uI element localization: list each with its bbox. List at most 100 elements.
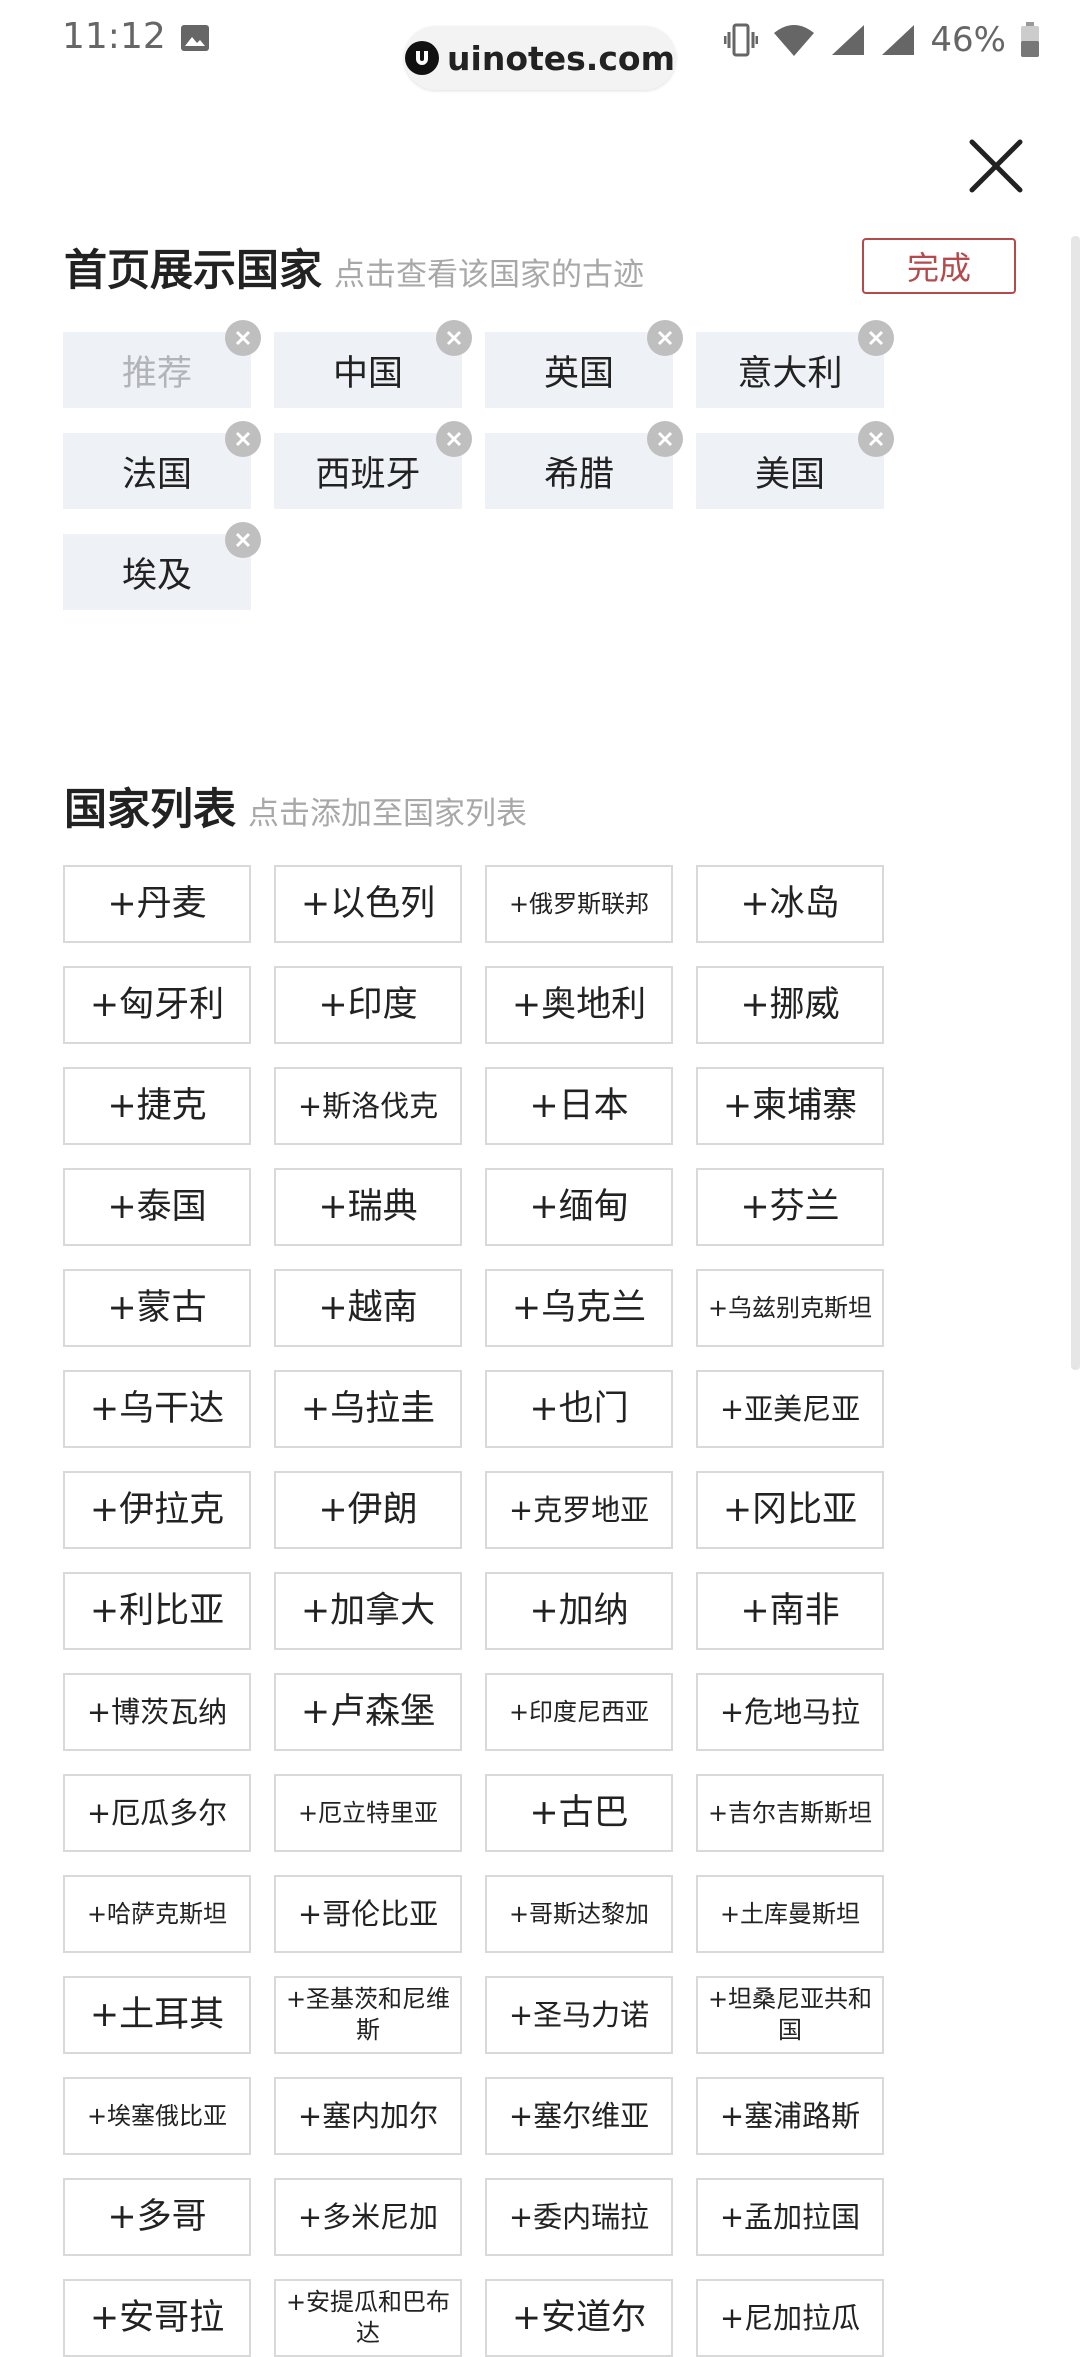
add-country-button[interactable]: +挪威 <box>696 966 884 1044</box>
add-country-button[interactable]: +匈牙利 <box>63 966 251 1044</box>
add-country-button[interactable]: +蒙古 <box>63 1269 251 1347</box>
selected-chip[interactable]: 埃及 <box>63 522 261 610</box>
selected-chip[interactable]: 意大利 <box>696 320 894 408</box>
add-country-button[interactable]: +丹麦 <box>63 865 251 943</box>
add-country-button[interactable]: +安道尔 <box>485 2279 673 2357</box>
add-country-button[interactable]: +乌干达 <box>63 1370 251 1448</box>
selected-chip[interactable]: 英国 <box>485 320 683 408</box>
add-country-button[interactable]: +越南 <box>274 1269 462 1347</box>
add-country-button[interactable]: +安提瓜和巴布达 <box>274 2279 462 2357</box>
add-country-button[interactable]: +古巴 <box>485 1774 673 1852</box>
selected-chip[interactable]: 法国 <box>63 421 261 509</box>
add-country-button[interactable]: +加拿大 <box>274 1572 462 1650</box>
add-country-button[interactable]: +委内瑞拉 <box>485 2178 673 2256</box>
battery-icon <box>1021 22 1039 57</box>
selected-section-hint: 点击查看该国家的古迹 <box>334 257 644 293</box>
close-icon[interactable] <box>966 136 1026 196</box>
add-country-button[interactable]: +坦桑尼亚共和国 <box>696 1976 884 2054</box>
add-country-button[interactable]: +塞尔维亚 <box>485 2077 673 2155</box>
add-country-button[interactable]: +圣基茨和尼维斯 <box>274 1976 462 2054</box>
add-country-button[interactable]: +厄瓜多尔 <box>63 1774 251 1852</box>
chip-label: 推荐 <box>121 353 192 394</box>
add-country-button[interactable]: +多哥 <box>63 2178 251 2256</box>
add-country-button[interactable]: +冈比亚 <box>696 1471 884 1549</box>
add-country-button[interactable]: +南非 <box>696 1572 884 1650</box>
add-country-button[interactable]: +日本 <box>485 1067 673 1145</box>
remove-icon[interactable] <box>858 320 894 356</box>
add-country-button[interactable]: +博茨瓦纳 <box>63 1673 251 1751</box>
add-country-button[interactable]: +塞浦路斯 <box>696 2077 884 2155</box>
add-country-button[interactable]: +亚美尼亚 <box>696 1370 884 1448</box>
remove-icon[interactable] <box>225 320 261 356</box>
vibrate-icon <box>724 23 759 57</box>
add-country-button[interactable]: +俄罗斯联邦 <box>485 865 673 943</box>
scrollbar[interactable] <box>1071 236 1080 1370</box>
country-list-hint: 点击添加至国家列表 <box>248 796 527 832</box>
remove-icon[interactable] <box>647 421 683 457</box>
selected-chip[interactable]: 西班牙 <box>274 421 472 509</box>
add-country-button[interactable]: +危地马拉 <box>696 1673 884 1751</box>
add-country-button[interactable]: +以色列 <box>274 865 462 943</box>
add-country-button[interactable]: +哥伦比亚 <box>274 1875 462 1953</box>
chip-label: 希腊 <box>543 454 614 495</box>
add-country-button[interactable]: +缅甸 <box>485 1168 673 1246</box>
chip-label: 英国 <box>543 353 614 394</box>
add-country-button[interactable]: +冰岛 <box>696 865 884 943</box>
add-country-button[interactable]: +哥斯达黎加 <box>485 1875 673 1953</box>
battery-percent: 46% <box>930 20 1006 60</box>
remove-icon[interactable] <box>436 421 472 457</box>
add-country-button[interactable]: +吉尔吉斯斯坦 <box>696 1774 884 1852</box>
chip-label: 法国 <box>121 454 192 495</box>
chip-label: 意大利 <box>737 353 843 394</box>
signal-icon <box>882 25 915 55</box>
selected-chip[interactable]: 美国 <box>696 421 894 509</box>
image-icon <box>181 25 209 51</box>
add-country-button[interactable]: +土耳其 <box>63 1976 251 2054</box>
add-country-button[interactable]: +多米尼加 <box>274 2178 462 2256</box>
add-country-button[interactable]: +哈萨克斯坦 <box>63 1875 251 1953</box>
remove-icon[interactable] <box>225 421 261 457</box>
add-country-button[interactable]: +伊朗 <box>274 1471 462 1549</box>
selected-chip-recommend: 推荐 <box>63 320 261 408</box>
add-country-button[interactable]: +瑞典 <box>274 1168 462 1246</box>
add-country-button[interactable]: +乌兹别克斯坦 <box>696 1269 884 1347</box>
add-country-button[interactable]: +利比亚 <box>63 1572 251 1650</box>
add-country-button[interactable]: +印度 <box>274 966 462 1044</box>
selected-chip[interactable]: 希腊 <box>485 421 683 509</box>
add-country-button[interactable]: +厄立特里亚 <box>274 1774 462 1852</box>
status-indicators: 46% <box>724 18 1040 62</box>
add-country-button[interactable]: +奥地利 <box>485 966 673 1044</box>
add-country-button[interactable]: +芬兰 <box>696 1168 884 1246</box>
selected-section-title: 首页展示国家 <box>64 246 322 296</box>
add-country-button[interactable]: +乌克兰 <box>485 1269 673 1347</box>
add-country-button[interactable]: +尼加拉瓜 <box>696 2279 884 2357</box>
add-country-button[interactable]: +捷克 <box>63 1067 251 1145</box>
add-country-button[interactable]: +埃塞俄比亚 <box>63 2077 251 2155</box>
remove-icon[interactable] <box>647 320 683 356</box>
remove-icon[interactable] <box>225 522 261 558</box>
add-country-button[interactable]: +卢森堡 <box>274 1673 462 1751</box>
chip-label: 西班牙 <box>315 454 421 495</box>
selected-chip[interactable]: 中国 <box>274 320 472 408</box>
done-button[interactable]: 完成 <box>862 238 1016 294</box>
add-country-button[interactable]: +印度尼西亚 <box>485 1673 673 1751</box>
add-country-button[interactable]: +加纳 <box>485 1572 673 1650</box>
remove-icon[interactable] <box>436 320 472 356</box>
add-country-button[interactable]: +斯洛伐克 <box>274 1067 462 1145</box>
status-bar: 11:12 uinotes.com 46% <box>0 0 1080 90</box>
add-country-button[interactable]: +克罗地亚 <box>485 1471 673 1549</box>
add-country-button[interactable]: +圣马力诺 <box>485 1976 673 2054</box>
selected-section-header: 首页展示国家 点击查看该国家的古迹 <box>64 236 644 298</box>
add-country-button[interactable]: +泰国 <box>63 1168 251 1246</box>
add-country-button[interactable]: +塞内加尔 <box>274 2077 462 2155</box>
country-list-title: 国家列表 <box>64 785 236 835</box>
add-country-button[interactable]: +乌拉圭 <box>274 1370 462 1448</box>
add-country-button[interactable]: +柬埔寨 <box>696 1067 884 1145</box>
remove-icon[interactable] <box>858 421 894 457</box>
add-country-button[interactable]: +安哥拉 <box>63 2279 251 2357</box>
add-country-button[interactable]: +土库曼斯坦 <box>696 1875 884 1953</box>
add-country-button[interactable]: +孟加拉国 <box>696 2178 884 2256</box>
add-country-button[interactable]: +也门 <box>485 1370 673 1448</box>
add-country-button[interactable]: +伊拉克 <box>63 1471 251 1549</box>
status-time: 11:12 <box>62 16 166 57</box>
